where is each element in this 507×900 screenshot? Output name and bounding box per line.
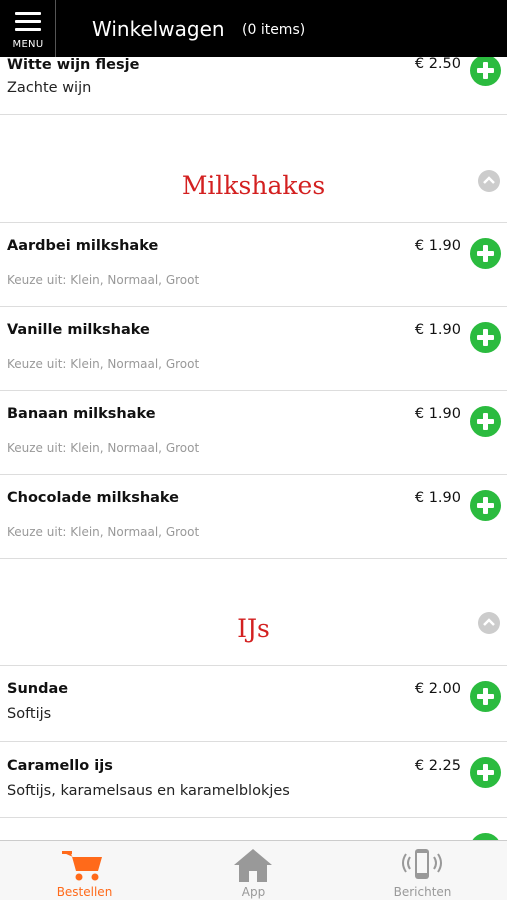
add-to-cart-icon[interactable]: [470, 681, 501, 712]
item-name: Aardbei milkshake: [7, 238, 159, 254]
menu-button[interactable]: MENU: [0, 0, 56, 57]
menu-item: Banaan milkshake Keuze uit: Klein, Norma…: [0, 391, 507, 475]
nav-label: Berichten: [393, 885, 452, 899]
item-name: Sundae: [7, 681, 69, 697]
item-name: Chocolade milkshake: [7, 490, 180, 506]
phone-vibrate-icon: [402, 849, 442, 879]
nav-label: App: [241, 885, 266, 899]
menu-item: Sundae Softijs € 2.00: [0, 666, 507, 742]
menu-list[interactable]: Witte wijn flesje Zachte wijn € 2.50 Mil…: [0, 0, 507, 840]
chevron-up-icon[interactable]: [478, 170, 500, 192]
section-header-ijs[interactable]: IJs: [0, 559, 507, 666]
item-options: Keuze uit: Klein, Normaal, Groot: [7, 357, 200, 371]
item-price: € 2.00: [414, 681, 461, 697]
section-title: IJs: [237, 614, 270, 643]
hamburger-icon: [15, 12, 41, 36]
item-options: Keuze uit: Klein, Normaal, Groot: [7, 273, 200, 287]
item-name: Caramello ijs: [7, 758, 113, 774]
nav-item-app[interactable]: App: [169, 841, 338, 900]
top-bar: MENU Winkelwagen (0 items): [0, 0, 507, 57]
add-to-cart-icon[interactable]: [470, 238, 501, 269]
home-icon: [234, 849, 272, 882]
item-options: Keuze uit: Klein, Normaal, Groot: [7, 441, 200, 455]
item-name: Vanille milkshake: [7, 322, 150, 338]
bottom-nav: Bestellen App Berichten: [0, 840, 507, 900]
add-to-cart-icon[interactable]: [470, 490, 501, 521]
section-title: Milkshakes: [181, 171, 326, 200]
section-header-milkshakes[interactable]: Milkshakes: [0, 115, 507, 223]
item-description: Softijs, karamelsaus en karamelblokjes: [7, 783, 290, 799]
nav-label: Bestellen: [56, 885, 113, 899]
item-price: € 1.90: [414, 238, 461, 254]
item-price: € 2.25: [414, 758, 461, 774]
add-to-cart-icon[interactable]: [470, 322, 501, 353]
item-name: Witte wijn flesje: [7, 57, 140, 73]
page-title: Winkelwagen: [92, 17, 225, 41]
item-price: € 1.90: [414, 322, 461, 338]
add-to-cart-icon[interactable]: [470, 833, 501, 840]
menu-item: Vanille milkshake Keuze uit: Klein, Norm…: [0, 307, 507, 391]
item-options: Keuze uit: Klein, Normaal, Groot: [7, 525, 200, 539]
cart-count: (0 items): [242, 22, 306, 38]
item-price: € 2.50: [414, 56, 461, 72]
item-description: Zachte wijn: [7, 80, 92, 96]
menu-item: Chocolade milkshake Keuze uit: Klein, No…: [0, 475, 507, 559]
add-to-cart-icon[interactable]: [470, 55, 501, 86]
nav-item-bestellen[interactable]: Bestellen: [0, 841, 169, 900]
menu-label: MENU: [12, 39, 44, 50]
item-description: Softijs: [7, 706, 52, 722]
menu-item: Aardbei milkshake Keuze uit: Klein, Norm…: [0, 223, 507, 307]
chevron-up-icon[interactable]: [478, 612, 500, 634]
item-name: Banaan milkshake: [7, 406, 156, 422]
menu-item-partial: [0, 818, 507, 840]
add-to-cart-icon[interactable]: [470, 757, 501, 788]
nav-item-berichten[interactable]: Berichten: [338, 841, 507, 900]
cart-icon: [62, 851, 102, 881]
item-price: € 1.90: [414, 406, 461, 422]
menu-item: Caramello ijs Softijs, karamelsaus en ka…: [0, 742, 507, 818]
add-to-cart-icon[interactable]: [470, 406, 501, 437]
item-price: € 1.90: [414, 490, 461, 506]
